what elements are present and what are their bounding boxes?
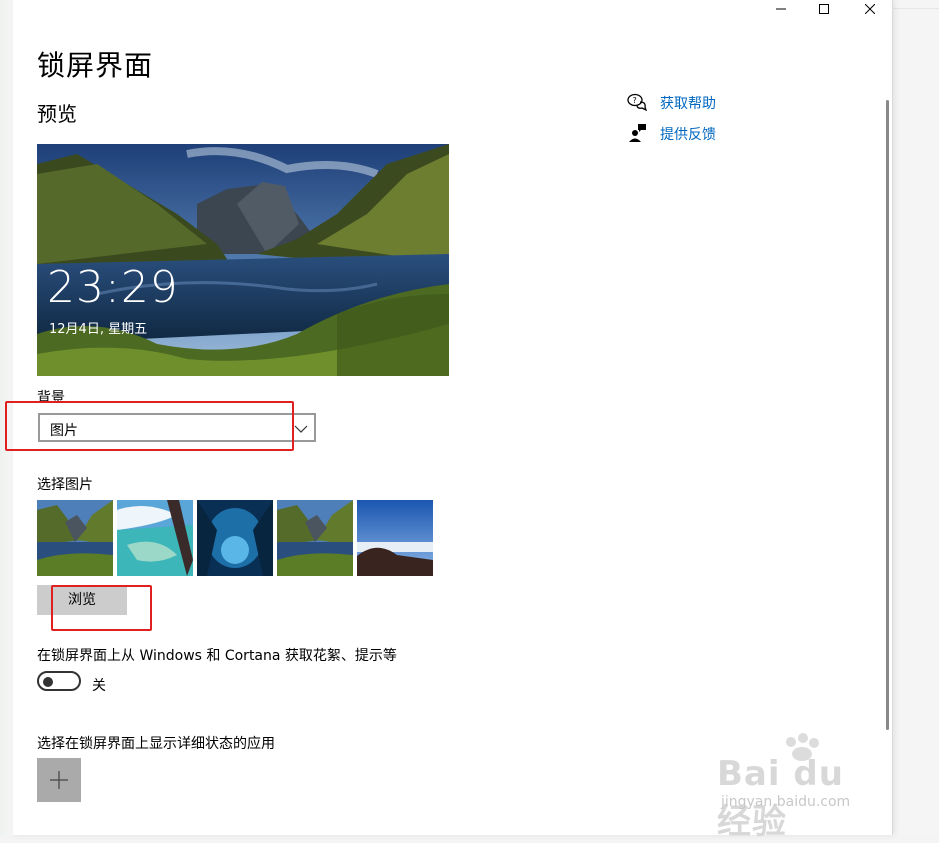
close-button[interactable] (847, 0, 893, 18)
preview-date: 12月4日, 星期五 (49, 322, 148, 337)
chevron-down-icon (294, 421, 308, 440)
status-apps-label: 选择在锁屏界面上显示详细状态的应用 (37, 736, 275, 752)
svg-text:?: ? (633, 96, 637, 105)
preview-image (37, 144, 449, 376)
toggle-knob (43, 677, 53, 687)
preview-heading: 预览 (37, 102, 77, 126)
chat-bubbles-icon: ? (627, 93, 648, 115)
tips-label: 在锁屏界面上从 Windows 和 Cortana 获取花絮、提示等 (37, 648, 397, 664)
tips-toggle-state: 关 (92, 678, 106, 694)
thumbnail-ice-cave[interactable] (197, 500, 273, 576)
thumbnail-mountain-lake[interactable] (37, 500, 113, 576)
annotation-highlight-dropdown (5, 401, 294, 451)
feedback-person-icon (627, 124, 647, 146)
tips-toggle[interactable] (37, 671, 81, 691)
minimize-icon (776, 4, 786, 14)
annotation-highlight-browse (51, 585, 152, 631)
maximize-icon (819, 4, 829, 14)
thumbnail-mountain-sunset[interactable] (357, 500, 433, 576)
settings-window: 锁屏界面 预览 23:29 12月4日, 星期五 背景 图片 选择图片 浏览 在… (5, 0, 893, 835)
maximize-button[interactable] (801, 0, 847, 18)
get-help-label: 获取帮助 (660, 96, 716, 112)
choose-picture-label: 选择图片 (37, 477, 93, 493)
add-app-button[interactable] (37, 758, 81, 802)
lock-screen-preview: 23:29 12月4日, 星期五 (37, 144, 449, 376)
close-icon (865, 4, 875, 14)
thumbnail-mountain-lake-2[interactable] (277, 500, 353, 576)
preview-time: 23:29 (47, 262, 179, 313)
thumbnail-tropical-coast[interactable] (117, 500, 193, 576)
background-window-right (893, 0, 939, 835)
vertical-scrollbar[interactable] (886, 100, 889, 730)
minimize-button[interactable] (758, 0, 804, 18)
page-title: 锁屏界面 (37, 49, 154, 82)
give-feedback-label: 提供反馈 (660, 127, 716, 143)
